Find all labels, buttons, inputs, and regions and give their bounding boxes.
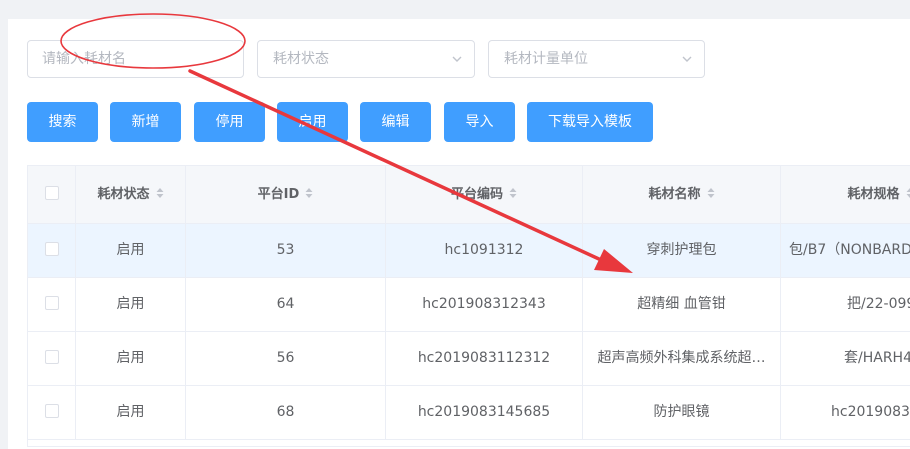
sort-icon[interactable] bbox=[156, 187, 164, 199]
search-button[interactable]: 搜索 bbox=[27, 102, 98, 142]
sort-icon[interactable] bbox=[509, 187, 517, 199]
material-name-field[interactable] bbox=[27, 40, 244, 78]
status-cell: 启用 bbox=[76, 224, 186, 277]
material-name-cell: 防护眼镜 bbox=[583, 386, 781, 439]
material-unit-select[interactable]: 耗材计量单位 bbox=[488, 40, 705, 78]
platform-id-cell: 53 bbox=[186, 224, 386, 277]
select-all-checkbox[interactable] bbox=[45, 186, 59, 200]
status-cell: 启用 bbox=[76, 278, 186, 331]
add-button[interactable]: 新增 bbox=[110, 102, 181, 142]
header-platform-code[interactable]: 平台编码 bbox=[386, 166, 583, 223]
platform-code-cell: hc201908312343 bbox=[386, 278, 583, 331]
material-status-select[interactable]: 耗材状态 bbox=[257, 40, 475, 78]
header-label: 耗材名称 bbox=[648, 187, 700, 202]
material-name-cell: 穿刺护理包 bbox=[583, 224, 781, 277]
header-label: 平台编码 bbox=[451, 187, 503, 202]
header-material-name[interactable]: 耗材名称 bbox=[583, 166, 781, 223]
platform-id-cell: 56 bbox=[186, 332, 386, 385]
row-select-cell bbox=[28, 224, 76, 277]
table-row[interactable]: 启用 64 hc201908312343 超精细 血管钳 把/22-0990 bbox=[28, 278, 910, 332]
chevron-down-icon bbox=[681, 53, 693, 65]
row-checkbox[interactable] bbox=[45, 242, 59, 256]
table-row[interactable]: 启用 56 hc2019083112312 超声高频外科集成系统超… 套/HAR… bbox=[28, 332, 910, 386]
material-status-placeholder: 耗材状态 bbox=[273, 41, 329, 77]
material-name-cell: 超声高频外科集成系统超… bbox=[583, 332, 781, 385]
sort-icon[interactable] bbox=[707, 187, 715, 199]
platform-id-cell: 68 bbox=[186, 386, 386, 439]
chevron-down-icon bbox=[451, 53, 463, 65]
sort-icon[interactable] bbox=[906, 187, 910, 199]
table-row[interactable]: 启用 53 hc1091312 穿刺护理包 包/B7（NONBARD bbox=[28, 224, 910, 278]
row-select-cell bbox=[28, 332, 76, 385]
table-row[interactable]: 启用 68 hc2019083145685 防护眼镜 hc20190835 bbox=[28, 386, 910, 440]
table-header-row: 耗材状态 平台ID 平台编码 耗材名称 耗材规格 bbox=[28, 166, 910, 224]
material-name-input[interactable] bbox=[28, 41, 243, 77]
header-label: 耗材状态 bbox=[97, 187, 149, 202]
header-status[interactable]: 耗材状态 bbox=[76, 166, 186, 223]
sort-icon[interactable] bbox=[305, 187, 313, 199]
header-label: 平台ID bbox=[258, 187, 300, 202]
row-select-cell bbox=[28, 386, 76, 439]
header-platform-id[interactable]: 平台ID bbox=[186, 166, 386, 223]
disable-button[interactable]: 停用 bbox=[194, 102, 265, 142]
header-label: 耗材规格 bbox=[847, 187, 899, 202]
enable-button[interactable]: 启用 bbox=[277, 102, 348, 142]
platform-id-cell: 64 bbox=[186, 278, 386, 331]
edit-button[interactable]: 编辑 bbox=[360, 102, 431, 142]
material-spec-cell: 套/HARH45 bbox=[781, 332, 910, 385]
import-button[interactable]: 导入 bbox=[444, 102, 515, 142]
material-spec-cell: 把/22-0990 bbox=[781, 278, 910, 331]
status-cell: 启用 bbox=[76, 332, 186, 385]
platform-code-cell: hc2019083145685 bbox=[386, 386, 583, 439]
material-unit-placeholder: 耗材计量单位 bbox=[504, 41, 588, 77]
material-name-cell: 超精细 血管钳 bbox=[583, 278, 781, 331]
status-cell: 启用 bbox=[76, 386, 186, 439]
row-select-cell bbox=[28, 278, 76, 331]
header-select-all-cell bbox=[28, 166, 76, 223]
row-checkbox[interactable] bbox=[45, 296, 59, 310]
header-material-spec[interactable]: 耗材规格 bbox=[781, 166, 910, 223]
row-checkbox[interactable] bbox=[45, 350, 59, 364]
material-spec-cell: 包/B7（NONBARD bbox=[781, 224, 910, 277]
download-template-button[interactable]: 下载导入模板 bbox=[527, 102, 653, 142]
materials-table: 耗材状态 平台ID 平台编码 耗材名称 耗材规格 启用 53 hc1091312… bbox=[27, 165, 910, 447]
row-checkbox[interactable] bbox=[45, 404, 59, 418]
material-spec-cell: hc20190835 bbox=[781, 386, 910, 439]
platform-code-cell: hc2019083112312 bbox=[386, 332, 583, 385]
platform-code-cell: hc1091312 bbox=[386, 224, 583, 277]
